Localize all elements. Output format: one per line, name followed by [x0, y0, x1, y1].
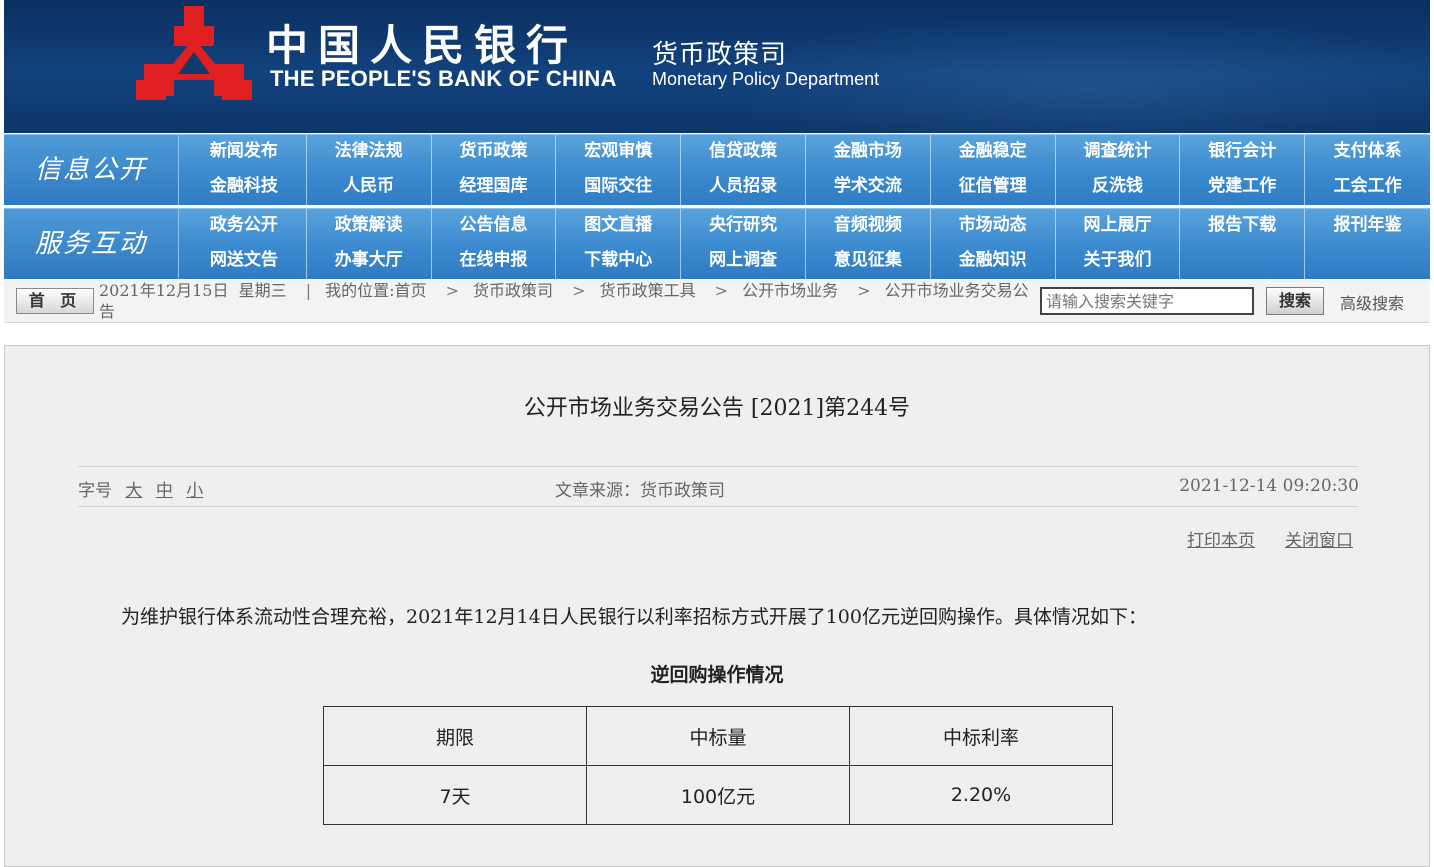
article-source: 文章来源：货币政策司 — [555, 481, 725, 501]
table-header-cell: 中标利率 — [849, 706, 1113, 766]
nav-item-online-exhibition[interactable]: 网上展厅 — [1056, 209, 1181, 244]
nav-item-anti-money-laundering[interactable]: 反洗钱 — [1056, 170, 1181, 205]
print-page-link[interactable]: 打印本页 — [1187, 526, 1255, 551]
breadcrumb-separator: > — [714, 281, 729, 300]
breadcrumb-link-open-market[interactable]: 公开市场业务 — [742, 281, 838, 300]
nav-item-audio-video[interactable]: 音频视频 — [806, 209, 931, 244]
nav-item-yearbook[interactable]: 报刊年鉴 — [1305, 209, 1430, 244]
font-size-small[interactable]: 小 — [186, 481, 203, 501]
nav-item-report-download[interactable]: 报告下载 — [1180, 209, 1306, 244]
table-row: 7天 100亿元 2.20% — [323, 765, 1113, 825]
table-cell: 100亿元 — [586, 765, 850, 825]
search-input[interactable] — [1040, 287, 1254, 315]
nav-item-policy-interpretation[interactable]: 政策解读 — [307, 209, 432, 244]
current-date: 2021年12月15日 — [99, 281, 229, 300]
table-header-row: 期限 中标量 中标利率 — [323, 706, 1113, 766]
pboc-logo-icon[interactable] — [136, 2, 252, 106]
breadcrumb-link-home[interactable]: 首页 — [395, 281, 427, 300]
bank-name-cn: 中国人民银行 — [266, 21, 579, 70]
nav-item-credit-reference[interactable]: 征信管理 — [931, 170, 1056, 205]
breadcrumb: 2021年12月15日 星期三 | 我的位置:首页 > 货币政策司 > 货币政策工具 … — [99, 280, 1039, 322]
nav-item-opinion-solicitation[interactable]: 意见征集 — [806, 244, 931, 279]
nav-item-service-hall[interactable]: 办事大厅 — [307, 244, 432, 279]
nav-item-online-survey[interactable]: 网上调查 — [681, 244, 806, 279]
breadcrumb-separator: > — [445, 281, 460, 300]
nav-item-recruitment[interactable]: 人员招录 — [681, 170, 806, 205]
close-window-link[interactable]: 关闭窗口 — [1285, 526, 1353, 551]
dept-name-cn: 货币政策司 — [652, 40, 788, 70]
table-cell: 2.20% — [849, 765, 1113, 825]
nav-item-treasury[interactable]: 经理国库 — [432, 170, 557, 205]
table-title: 逆回购操作情况 — [650, 664, 784, 686]
font-size-label: 字号 — [78, 481, 112, 501]
breadcrumb-separator: > — [857, 281, 871, 300]
nav-item-international[interactable]: 国际交往 — [556, 170, 682, 205]
nav-info-disclosure: 信息公开 新闻发布 法律法规 货币政策 宏观审慎 信贷政策 金融市场 金融稳定 … — [4, 134, 1430, 205]
nav-item-financial-knowledge[interactable]: 金融知识 — [931, 244, 1056, 279]
nav-service-interaction: 服务互动 政务公开 政策解读 公告信息 图文直播 央行研究 音频视频 市场动态 … — [4, 208, 1430, 279]
table-cell: 7天 — [323, 765, 587, 825]
nav-item-monetary-policy[interactable]: 货币政策 — [432, 135, 557, 170]
nav-item-research[interactable]: 央行研究 — [681, 209, 806, 244]
nav-info-grid: 新闻发布 法律法规 货币政策 宏观审慎 信贷政策 金融市场 金融稳定 调查统计 … — [182, 135, 1430, 205]
nav-item-announcements[interactable]: 公告信息 — [432, 209, 557, 244]
article-intro: 为维护银行体系流动性合理充裕，2021年12月14日人民银行以利率招标方式开展了… — [121, 606, 1147, 628]
nav-service-title: 服务互动 — [4, 209, 179, 279]
nav-info-title: 信息公开 — [4, 135, 179, 205]
nav-item-laws[interactable]: 法律法规 — [307, 135, 432, 170]
nav-item-macroprudential[interactable]: 宏观审慎 — [556, 135, 682, 170]
font-size-selector: 字号 大 中 小 — [78, 476, 203, 501]
breadcrumb-link-monetary-policy-dept[interactable]: 货币政策司 — [473, 281, 553, 300]
meta-bottom-divider — [78, 506, 1358, 507]
nav-item-statistics[interactable]: 调查统计 — [1056, 135, 1181, 170]
nav-item-fintech[interactable]: 金融科技 — [182, 170, 307, 205]
table-header-cell: 期限 — [323, 706, 587, 766]
search-button[interactable]: 搜索 — [1266, 287, 1324, 315]
article-title: 公开市场业务交易公告 [2021]第244号 — [523, 396, 911, 421]
site-header: 中国人民银行 THE PEOPLE'S BANK OF CHINA 货币政策司 … — [4, 0, 1430, 133]
breadcrumb-bar: 首 页 2021年12月15日 星期三 | 我的位置:首页 > 货币政策司 > 货币政… — [4, 280, 1430, 323]
nav-item-academic[interactable]: 学术交流 — [806, 170, 931, 205]
breadcrumb-separator: > — [572, 281, 586, 300]
nav-item-news[interactable]: 新闻发布 — [182, 135, 307, 170]
nav-item-payment[interactable]: 支付体系 — [1305, 135, 1430, 170]
nav-item-government-affairs[interactable]: 政务公开 — [182, 209, 307, 244]
font-size-medium[interactable]: 中 — [156, 481, 173, 501]
nav-item-market-dynamics[interactable]: 市场动态 — [931, 209, 1056, 244]
font-size-large[interactable]: 大 — [125, 481, 142, 501]
dept-name-en: Monetary Policy Department — [652, 69, 880, 89]
nav-item-about-us[interactable]: 关于我们 — [1056, 244, 1181, 279]
article-datetime: 2021-12-14 09:20:30 — [1179, 476, 1359, 496]
nav-item-online-notices[interactable]: 网送文告 — [182, 244, 307, 279]
breadcrumb-location-label: 我的位置: — [325, 281, 395, 300]
nav-item-empty — [1305, 244, 1430, 279]
nav-item-empty — [1180, 244, 1306, 279]
nav-item-accounting[interactable]: 银行会计 — [1180, 135, 1306, 170]
nav-item-union-work[interactable]: 工会工作 — [1305, 170, 1430, 205]
nav-item-financial-market[interactable]: 金融市场 — [806, 135, 931, 170]
current-weekday: 星期三 — [238, 281, 287, 300]
nav-item-live-broadcast[interactable]: 图文直播 — [556, 209, 682, 244]
advanced-search-link[interactable]: 高级搜索 — [1340, 290, 1404, 314]
nav-item-download-center[interactable]: 下载中心 — [556, 244, 682, 279]
nav-item-party-work[interactable]: 党建工作 — [1180, 170, 1306, 205]
nav-item-rmb[interactable]: 人民币 — [307, 170, 432, 205]
article-panel: 公开市场业务交易公告 [2021]第244号 字号 大 中 小 文章来源：货币政… — [4, 345, 1430, 867]
nav-service-grid: 政务公开 政策解读 公告信息 图文直播 央行研究 音频视频 市场动态 网上展厅 … — [182, 209, 1430, 279]
nav-item-online-filing[interactable]: 在线申报 — [432, 244, 557, 279]
nav-item-credit-policy[interactable]: 信贷政策 — [681, 135, 806, 170]
home-button[interactable]: 首 页 — [16, 288, 94, 314]
nav-item-financial-stability[interactable]: 金融稳定 — [931, 135, 1056, 170]
breadcrumb-link-policy-tools[interactable]: 货币政策工具 — [600, 281, 696, 300]
reverse-repo-table: 期限 中标量 中标利率 7天 100亿元 2.20% — [323, 706, 1113, 825]
meta-top-divider — [78, 466, 1358, 467]
table-header-cell: 中标量 — [586, 706, 850, 766]
bank-name-en: THE PEOPLE'S BANK OF CHINA — [270, 66, 617, 91]
breadcrumb-divider: | — [305, 281, 312, 300]
